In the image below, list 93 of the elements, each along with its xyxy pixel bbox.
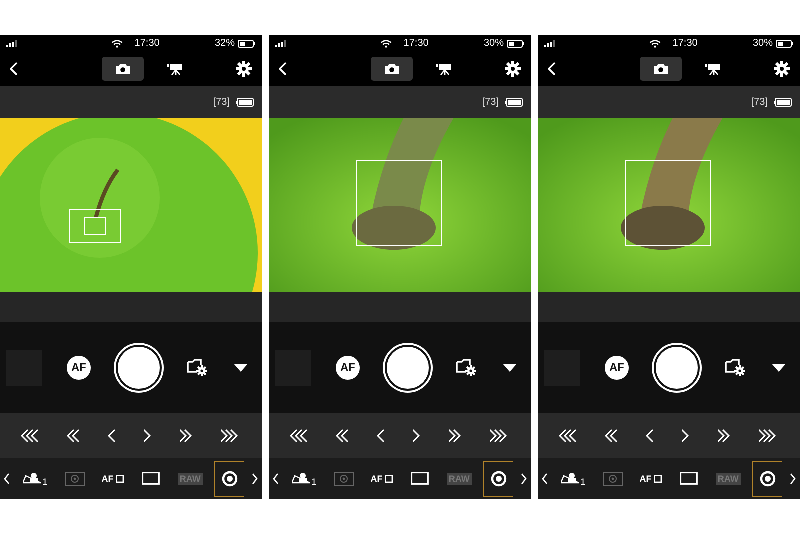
drive-tool[interactable]: 1 (18, 460, 52, 496)
metering-icon (64, 472, 85, 486)
af-area-tool[interactable]: AF (634, 460, 666, 496)
target-icon (222, 470, 238, 486)
square-icon (384, 474, 393, 482)
battery-percent: 30% (484, 38, 504, 49)
folder-settings-button[interactable] (187, 358, 209, 378)
signal-icon (544, 40, 556, 47)
drive-number: 1 (312, 476, 317, 486)
status-time: 17:30 (404, 38, 429, 49)
chevron-left-icon[interactable] (558, 428, 580, 442)
wifi-icon (380, 40, 392, 48)
settings-button[interactable] (236, 61, 252, 77)
scroll-right-button[interactable] (252, 472, 258, 484)
person-icon (292, 473, 310, 484)
person-icon (560, 473, 579, 484)
target-tool[interactable] (214, 460, 244, 496)
rectangle-icon (680, 472, 698, 485)
chevron-left-icon[interactable] (108, 428, 118, 442)
drive-tool[interactable]: 1 (286, 460, 321, 496)
status-time: 17:30 (672, 38, 698, 49)
shots-remaining: [73] (213, 96, 230, 108)
target-icon (760, 470, 776, 486)
shots-remaining: [73] (482, 96, 499, 108)
af-label: AF (640, 474, 652, 484)
af-label: AF (102, 474, 114, 484)
back-button[interactable] (279, 62, 287, 76)
chevron-left-icon[interactable] (336, 428, 352, 442)
chevron-left-icon[interactable] (646, 428, 656, 442)
back-button[interactable] (548, 62, 556, 76)
af-label: AF (370, 474, 383, 484)
square-icon (116, 474, 124, 482)
metering-icon (602, 472, 623, 486)
scroll-right-button[interactable] (790, 472, 796, 484)
chevron-left-icon[interactable] (290, 428, 310, 442)
rectangle-icon (410, 472, 429, 485)
dropdown-button[interactable] (503, 364, 517, 372)
battery-percent: 30% (752, 38, 773, 49)
wifi-icon (112, 40, 123, 48)
autofocus-button[interactable]: AF (336, 356, 360, 380)
movie-camera-icon (436, 62, 452, 76)
camera-tab[interactable] (640, 57, 682, 81)
folder-settings-button[interactable] (725, 358, 747, 378)
af-area-tool[interactable]: AF (96, 460, 128, 496)
movie-camera-icon (705, 62, 721, 76)
drive-number: 1 (580, 476, 586, 486)
battery-icon (507, 40, 525, 48)
target-tool[interactable] (752, 460, 782, 496)
rectangle-icon (142, 472, 160, 485)
shutter-button[interactable] (116, 344, 162, 390)
dropdown-button[interactable] (234, 364, 248, 372)
battery-level-icon (774, 98, 792, 106)
back-button[interactable] (10, 62, 18, 76)
signal-icon (6, 40, 18, 47)
battery-icon (776, 40, 794, 48)
target-tool[interactable] (483, 460, 514, 496)
shutter-button[interactable] (654, 344, 700, 390)
chevron-left-icon[interactable] (66, 428, 82, 442)
scroll-right-button[interactable] (520, 472, 527, 484)
movie-camera-icon (167, 62, 183, 76)
target-icon (490, 470, 507, 486)
scroll-left-button[interactable] (273, 472, 279, 484)
scroll-left-button[interactable] (4, 472, 10, 484)
chevron-left-icon[interactable] (604, 428, 620, 442)
signal-icon (275, 40, 287, 47)
battery-icon (238, 40, 256, 48)
drive-tool[interactable]: 1 (556, 460, 590, 496)
camera-tab[interactable] (371, 57, 413, 81)
person-icon (22, 473, 41, 484)
settings-button[interactable] (774, 61, 790, 77)
status-time: 17:30 (134, 38, 160, 49)
metering-icon (334, 472, 354, 486)
af-area-tool[interactable]: AF (366, 460, 397, 496)
camera-icon (384, 63, 400, 75)
square-icon (654, 474, 662, 482)
battery-level-icon (505, 98, 523, 106)
settings-button[interactable] (505, 61, 521, 77)
wifi-icon (650, 40, 661, 48)
camera-icon (115, 63, 131, 75)
autofocus-button[interactable]: AF (605, 356, 629, 380)
camera-icon (653, 63, 669, 75)
chevron-left-icon[interactable] (376, 428, 388, 442)
dropdown-button[interactable] (772, 364, 786, 372)
shots-remaining: [73] (751, 96, 768, 108)
shutter-button[interactable] (385, 344, 431, 390)
autofocus-button[interactable]: AF (67, 356, 91, 380)
battery-level-icon (236, 98, 254, 106)
chevron-left-icon[interactable] (20, 428, 42, 442)
folder-settings-button[interactable] (456, 358, 478, 378)
scroll-left-button[interactable] (542, 472, 548, 484)
drive-number: 1 (42, 476, 48, 486)
camera-tab[interactable] (102, 57, 144, 81)
battery-percent: 32% (214, 38, 235, 49)
